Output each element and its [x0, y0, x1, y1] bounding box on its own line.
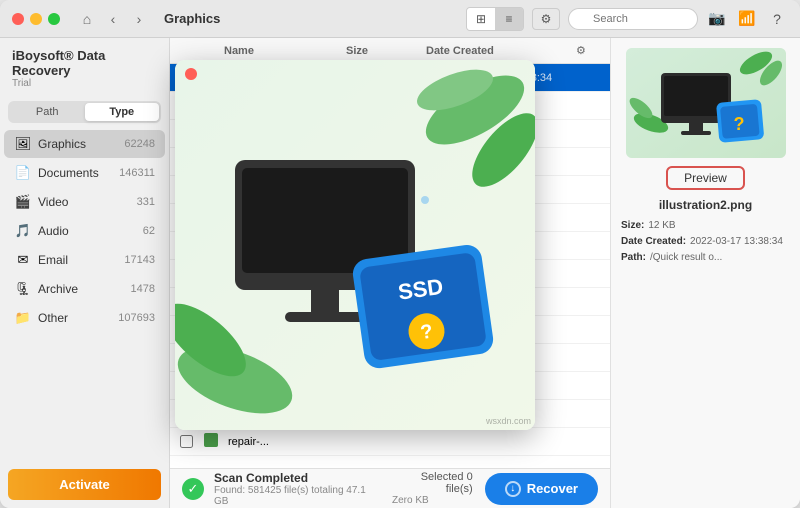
- scan-subtitle: Found: 581425 file(s) totaling 47.1 GB: [214, 485, 382, 507]
- image-overlay: SSD ? wsxdn.com: [175, 60, 535, 430]
- wifi-button[interactable]: 📶: [736, 8, 758, 30]
- header-size: Size: [346, 45, 426, 57]
- traffic-lights: [12, 13, 60, 25]
- sidebar-item-video[interactable]: 🎬 Video 331: [4, 188, 165, 216]
- sidebar-archive-count: 1478: [131, 283, 155, 295]
- overlay-close-button[interactable]: [185, 68, 197, 80]
- sidebar-graphics-label: Graphics: [38, 137, 124, 151]
- filter-button[interactable]: ⚙: [532, 8, 560, 30]
- preview-size-row: Size: 12 KB: [621, 218, 790, 234]
- recover-button[interactable]: ↓ Recover: [485, 473, 598, 505]
- header-name: Name: [224, 45, 346, 57]
- preview-button[interactable]: Preview: [666, 166, 745, 190]
- preview-date-label: Date Created:: [621, 234, 686, 250]
- table-row[interactable]: repair-...: [170, 428, 610, 456]
- preview-size-value: 12 KB: [648, 218, 675, 234]
- sidebar-audio-label: Audio: [38, 224, 143, 238]
- sidebar-audio-count: 62: [143, 225, 155, 237]
- sidebar-item-other[interactable]: 📁 Other 107693: [4, 304, 165, 332]
- other-icon: 📁: [14, 309, 32, 327]
- selected-count: Selected 0 file(s): [392, 471, 473, 495]
- header-extra: ⚙: [576, 44, 600, 57]
- sidebar: iBoysoft® Data Recovery Trial Path Type …: [0, 38, 170, 508]
- scan-title: Scan Completed: [214, 471, 382, 485]
- titlebar-right: ⊞ ≡ ⚙ 🔍 📷 📶 ?: [466, 7, 788, 31]
- sidebar-item-audio[interactable]: 🎵 Audio 62: [4, 217, 165, 245]
- sidebar-items: 🖼 Graphics 62248 📄 Documents 146311 🎬 Vi…: [0, 129, 169, 461]
- overlay-svg: SSD ?: [175, 60, 535, 430]
- graphics-icon: 🖼: [14, 135, 32, 153]
- list-view-button[interactable]: ≡: [495, 8, 523, 30]
- preview-size-label: Size:: [621, 218, 644, 234]
- sidebar-header: iBoysoft® Data Recovery Trial: [0, 38, 169, 95]
- selected-size: Zero KB: [392, 495, 473, 506]
- sidebar-video-count: 331: [137, 196, 155, 208]
- status-right: Selected 0 file(s) Zero KB ↓ Recover: [392, 471, 598, 506]
- sidebar-item-documents[interactable]: 📄 Documents 146311: [4, 159, 165, 187]
- navigation-buttons: ⌂ ‹ ›: [76, 8, 150, 30]
- sidebar-item-graphics[interactable]: 🖼 Graphics 62248: [4, 130, 165, 158]
- tab-path[interactable]: Path: [10, 103, 85, 121]
- preview-date-row: Date Created: 2022-03-17 13:38:34: [621, 234, 790, 250]
- app-title: iBoysoft® Data Recovery: [12, 48, 157, 78]
- sidebar-documents-count: 146311: [119, 167, 155, 179]
- app-trial-label: Trial: [12, 78, 157, 89]
- svg-text:?: ?: [733, 114, 744, 134]
- activate-button[interactable]: Activate: [8, 469, 161, 500]
- sidebar-archive-label: Archive: [38, 282, 131, 296]
- sidebar-documents-label: Documents: [38, 166, 119, 180]
- sidebar-other-label: Other: [38, 311, 118, 325]
- preview-info: Size: 12 KB Date Created: 2022-03-17 13:…: [621, 218, 790, 266]
- titlebar: ⌂ ‹ › Graphics ⊞ ≡ ⚙ 🔍 📷 📶 ?: [0, 0, 800, 38]
- help-button[interactable]: ?: [766, 8, 788, 30]
- email-icon: ✉: [14, 251, 32, 269]
- sidebar-item-email[interactable]: ✉ Email 17143: [4, 246, 165, 274]
- minimize-button[interactable]: [30, 13, 42, 25]
- scan-text: Scan Completed Found: 581425 file(s) tot…: [214, 471, 382, 507]
- file-name: repair-...: [228, 436, 370, 448]
- header-date: Date Created: [426, 45, 576, 57]
- preview-panel: ? Preview illustration2.png Size: 12 KB …: [610, 38, 800, 508]
- preview-image: ?: [626, 48, 786, 158]
- maximize-button[interactable]: [48, 13, 60, 25]
- preview-thumbnail: ?: [626, 48, 786, 158]
- forward-button[interactable]: ›: [128, 8, 150, 30]
- overlay-image: SSD ?: [175, 60, 535, 430]
- preview-path-value: /Quick result o...: [650, 250, 722, 266]
- sidebar-tabs: Path Type: [8, 101, 161, 123]
- row-checkbox[interactable]: [180, 435, 204, 448]
- search-input[interactable]: [568, 8, 698, 30]
- preview-path-label: Path:: [621, 250, 646, 266]
- sidebar-email-label: Email: [38, 253, 124, 267]
- grid-view-button[interactable]: ⊞: [467, 8, 495, 30]
- preview-path-row: Path: /Quick result o...: [621, 250, 790, 266]
- search-wrapper: 🔍: [568, 8, 698, 30]
- view-toggle: ⊞ ≡: [466, 7, 524, 31]
- scan-complete-icon: ✓: [182, 478, 204, 500]
- tab-type[interactable]: Type: [85, 103, 160, 121]
- archive-icon: 🗜: [14, 280, 32, 298]
- titlebar-title: Graphics: [164, 11, 220, 26]
- sidebar-graphics-count: 62248: [124, 138, 155, 150]
- sidebar-email-count: 17143: [124, 254, 155, 266]
- watermark: wsxdn.com: [486, 416, 531, 426]
- file-type-icon: [204, 433, 224, 450]
- video-icon: 🎬: [14, 193, 32, 211]
- recover-icon: ↓: [505, 481, 521, 497]
- close-button[interactable]: [12, 13, 24, 25]
- documents-icon: 📄: [14, 164, 32, 182]
- camera-button[interactable]: 📷: [706, 8, 728, 30]
- preview-filename: illustration2.png: [659, 198, 752, 212]
- sidebar-item-archive[interactable]: 🗜 Archive 1478: [4, 275, 165, 303]
- audio-icon: 🎵: [14, 222, 32, 240]
- home-button[interactable]: ⌂: [76, 8, 98, 30]
- back-button[interactable]: ‹: [102, 8, 124, 30]
- selected-info: Selected 0 file(s) Zero KB: [392, 471, 473, 506]
- preview-date-value: 2022-03-17 13:38:34: [690, 234, 783, 250]
- status-bar: ✓ Scan Completed Found: 581425 file(s) t…: [170, 468, 610, 508]
- recover-label: Recover: [527, 481, 578, 496]
- sidebar-video-label: Video: [38, 195, 137, 209]
- sidebar-other-count: 107693: [118, 312, 155, 324]
